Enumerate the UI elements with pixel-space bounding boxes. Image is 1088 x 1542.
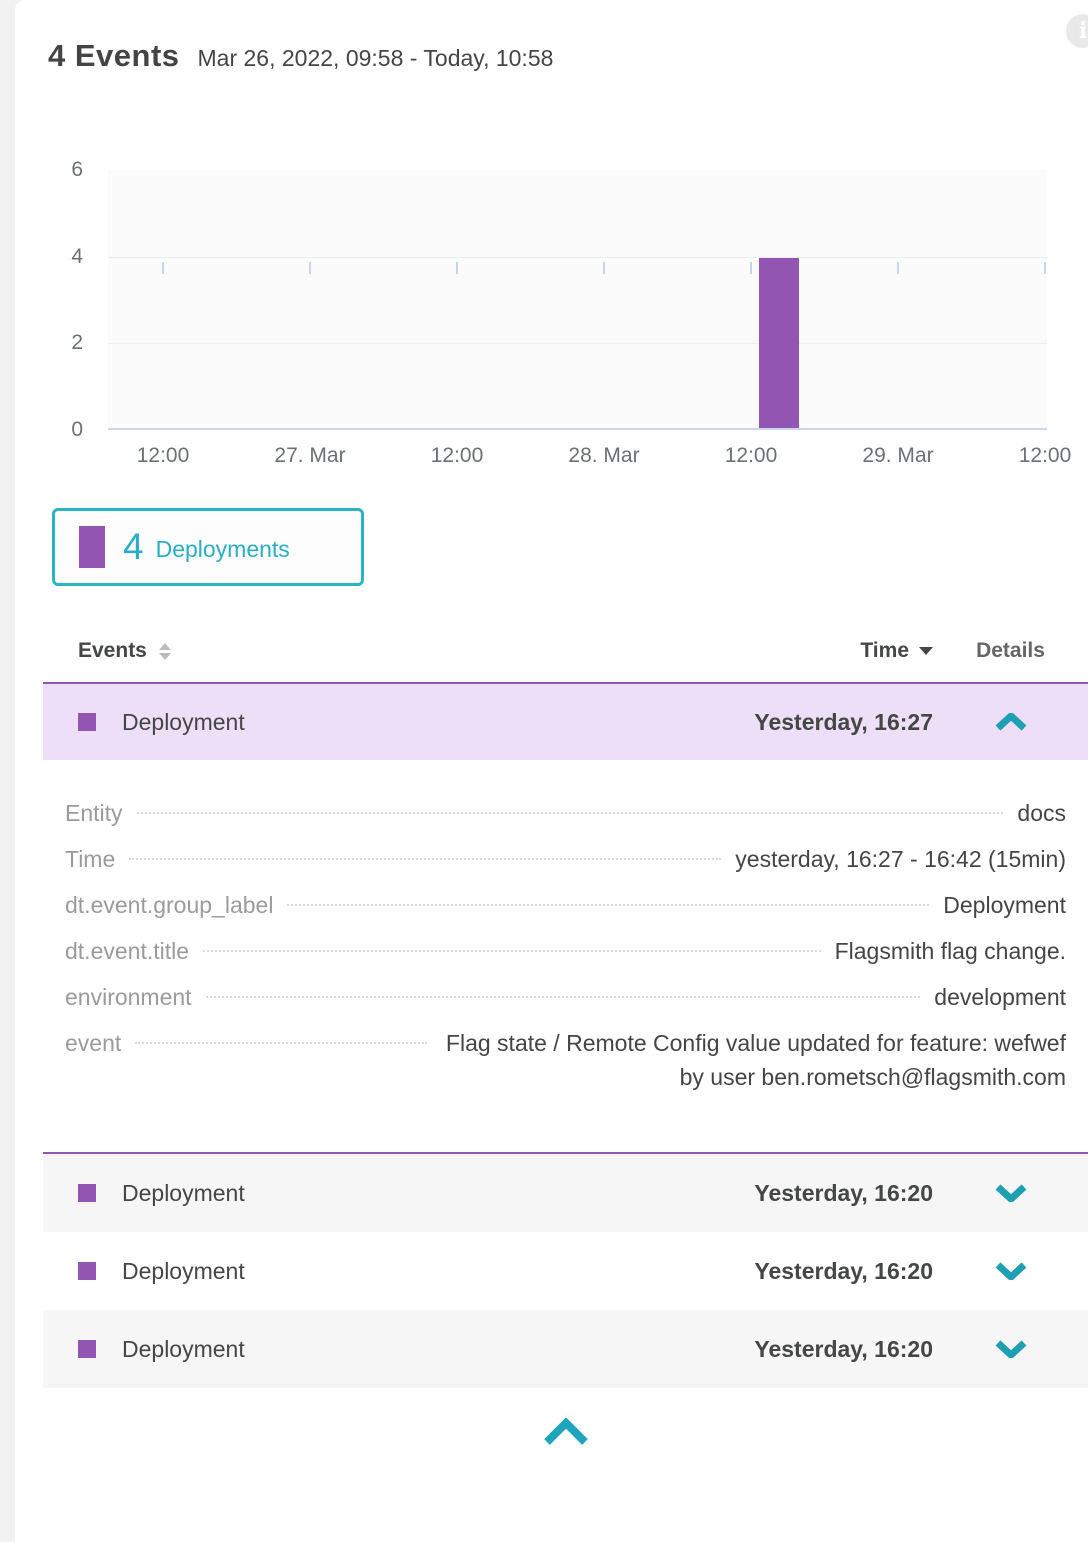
dotted-leader [135, 1042, 427, 1044]
x-tick [456, 262, 458, 274]
deployment-square-icon [78, 1262, 96, 1280]
page-title: 4 Events [48, 38, 180, 74]
y-tick-label: 0 [35, 418, 83, 442]
events-panel: i 4 Events Mar 26, 2022, 09:58 - Today, … [0, 0, 1088, 1542]
column-header-details: Details [933, 639, 1088, 663]
detail-label: Entity [65, 796, 123, 830]
panel-header: 4 Events Mar 26, 2022, 09:58 - Today, 10… [48, 38, 553, 74]
detail-row-environment: environment development [65, 980, 1066, 1014]
y-tick-label: 6 [35, 158, 83, 182]
legend-deployments-toggle[interactable]: 4 Deployments [52, 508, 364, 586]
detail-value: Flag state / Remote Config value updated… [441, 1026, 1066, 1094]
detail-row-title: dt.event.title Flagsmith flag change. [65, 934, 1066, 968]
chevron-down-icon [995, 1262, 1027, 1280]
x-tick [162, 262, 164, 274]
detail-row-entity: Entity docs [65, 796, 1066, 830]
events-table: Events Time Details Deployment Yesterday… [43, 620, 1088, 1446]
detail-row-time: Time yesterday, 16:27 - 16:42 (15min) [65, 842, 1066, 876]
expand-row-button[interactable] [933, 1262, 1088, 1280]
chevron-up-icon [995, 713, 1027, 731]
x-tick-label: 12:00 [103, 444, 223, 468]
legend-count: 4 [123, 526, 144, 568]
y-tick-label: 4 [35, 245, 83, 269]
events-header-label: Events [78, 639, 147, 663]
events-card: i 4 Events Mar 26, 2022, 09:58 - Today, … [15, 0, 1088, 1542]
expand-row-button[interactable] [933, 1184, 1088, 1202]
detail-label: environment [65, 980, 192, 1014]
gridline-2 [108, 343, 1047, 344]
event-time-label: Yesterday, 16:20 [754, 1258, 933, 1285]
detail-value: docs [1017, 796, 1066, 830]
chevron-up-icon [542, 1418, 590, 1446]
deployment-square-icon [78, 1184, 96, 1202]
sort-desc-icon [919, 647, 933, 655]
event-time-label: Yesterday, 16:20 [754, 1336, 933, 1363]
column-header-time[interactable]: Time [860, 639, 933, 663]
event-time-label: Yesterday, 16:27 [754, 709, 933, 736]
x-tick-label: 29. Mar [838, 444, 958, 468]
detail-label: dt.event.title [65, 934, 189, 968]
event-type-label: Deployment [122, 1258, 754, 1285]
event-details-panel: Entity docs Time yesterday, 16:27 - 16:4… [43, 760, 1088, 1154]
column-header-events[interactable]: Events [78, 639, 860, 663]
x-tick-label: 12:00 [691, 444, 811, 468]
deployment-square-icon [78, 713, 96, 731]
detail-value: yesterday, 16:27 - 16:42 (15min) [735, 842, 1066, 876]
timeframe-label: Mar 26, 2022, 09:58 - Today, 10:58 [198, 45, 554, 72]
expand-row-button[interactable] [933, 1340, 1088, 1358]
deployments-swatch-icon [79, 526, 105, 568]
detail-value: development [934, 980, 1066, 1014]
dotted-leader [137, 812, 1004, 814]
event-type-label: Deployment [122, 1336, 754, 1363]
x-tick [750, 262, 752, 274]
event-row[interactable]: Deployment Yesterday, 16:20 [43, 1310, 1088, 1388]
event-type-label: Deployment [122, 709, 754, 736]
collapse-row-button[interactable] [933, 713, 1088, 731]
dotted-leader [129, 858, 721, 860]
collapse-panel-button[interactable] [43, 1418, 1088, 1446]
table-header-row: Events Time Details [43, 620, 1088, 682]
event-time-label: Yesterday, 16:20 [754, 1180, 933, 1207]
x-tick [309, 262, 311, 274]
legend-label: Deployments [156, 536, 290, 563]
detail-label: dt.event.group_label [65, 888, 273, 922]
x-tick-label: 27. Mar [250, 444, 370, 468]
event-row-expanded[interactable]: Deployment Yesterday, 16:27 [43, 682, 1088, 760]
dotted-leader [287, 904, 929, 906]
sort-icon [159, 643, 171, 660]
event-row[interactable]: Deployment Yesterday, 16:20 [43, 1154, 1088, 1232]
detail-row-event: event Flag state / Remote Config value u… [65, 1026, 1066, 1094]
y-tick-label: 2 [35, 331, 83, 355]
x-tick [897, 262, 899, 274]
dotted-leader [206, 996, 921, 998]
event-type-label: Deployment [122, 1180, 754, 1207]
x-tick [603, 262, 605, 274]
detail-label: Time [65, 842, 115, 876]
detail-value: Flagsmith flag change. [835, 934, 1066, 968]
x-tick [1044, 262, 1046, 274]
deployment-square-icon [78, 1340, 96, 1358]
event-row[interactable]: Deployment Yesterday, 16:20 [43, 1232, 1088, 1310]
detail-row-group-label: dt.event.group_label Deployment [65, 888, 1066, 922]
deployments-bar[interactable] [759, 258, 799, 428]
chevron-down-icon [995, 1340, 1027, 1358]
x-tick-label: 28. Mar [544, 444, 664, 468]
dotted-leader [203, 950, 821, 952]
info-icon[interactable]: i [1066, 14, 1088, 48]
detail-label: event [65, 1026, 121, 1060]
chevron-down-icon [995, 1184, 1027, 1202]
time-header-label: Time [860, 639, 909, 663]
gridline-4 [108, 257, 1047, 258]
x-tick-label: 12:00 [397, 444, 517, 468]
detail-value: Deployment [943, 888, 1066, 922]
x-tick-label: 12:00 [985, 444, 1088, 468]
bar-chart-plot-area [108, 170, 1047, 430]
